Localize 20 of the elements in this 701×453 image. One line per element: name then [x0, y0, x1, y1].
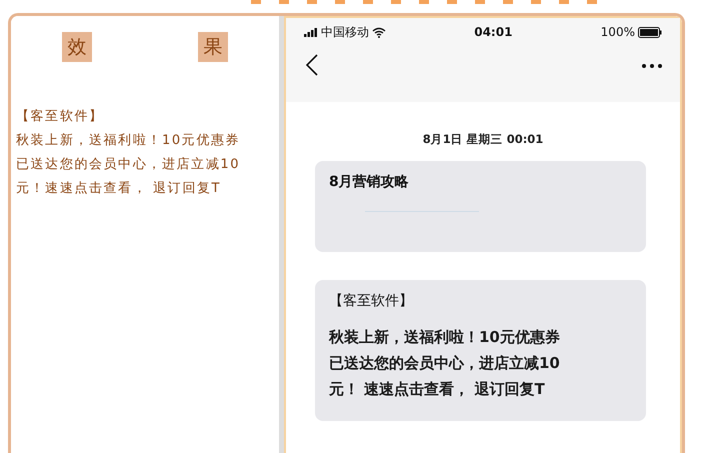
- preview-text: 秋装上新，送福利啦！10元优惠券: [16, 132, 242, 150]
- title-char: 效: [62, 32, 92, 62]
- message-date: 8月1日 星期三 00:01: [422, 132, 544, 147]
- message-text: 已送达您的会员中心，进店立减10: [329, 353, 561, 374]
- preview-header: 【客至软件】: [16, 108, 105, 126]
- more-icon[interactable]: [642, 64, 662, 68]
- wifi-icon: [372, 26, 386, 38]
- preview-text: 元！速速点击查看， 退订回复T: [16, 180, 222, 198]
- message-header: 【客至软件】: [329, 292, 414, 310]
- battery-icon: [638, 26, 662, 38]
- title-char: 果: [198, 32, 228, 62]
- message-text: 元！ 速速点击查看， 退订回复T: [329, 379, 546, 400]
- carrier-name: 中国移动: [321, 24, 369, 40]
- message-text: 秋装上新，送福利啦！10元优惠券: [329, 327, 561, 348]
- signal-icon: [304, 28, 318, 36]
- message-title: 8月营销攻略: [329, 173, 410, 191]
- clock: 04:01: [474, 25, 512, 39]
- battery-percent: 100%: [600, 25, 635, 39]
- preview-text: 已送达您的会员中心，进店立减10: [16, 156, 242, 174]
- back-icon[interactable]: [306, 54, 318, 76]
